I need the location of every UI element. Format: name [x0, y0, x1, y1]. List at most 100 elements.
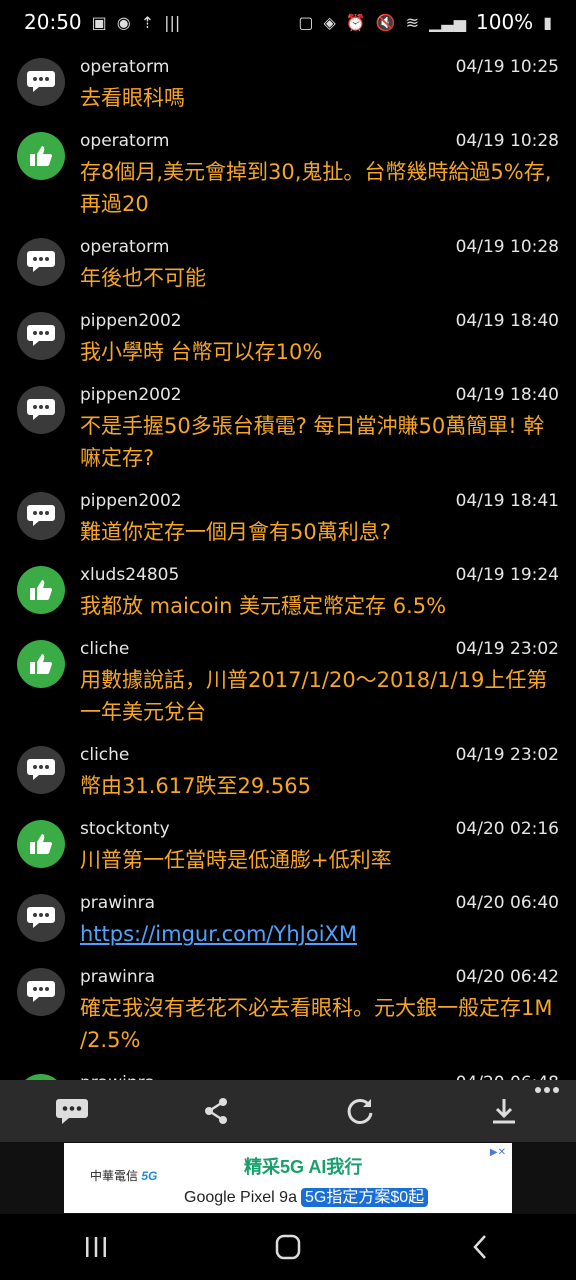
wifi-icon: ≋	[405, 12, 420, 32]
timestamp: 04/19 10:25	[455, 57, 559, 77]
username[interactable]: pippen2002	[80, 380, 182, 410]
message-feed[interactable]: operatorm 04/19 10:25 去看眼科嗎 operatorm 04/19 …	[0, 52, 576, 1080]
refresh-icon	[347, 1098, 373, 1124]
share-button[interactable]	[186, 1087, 246, 1135]
timestamp: 04/20 02:16	[455, 819, 559, 839]
skis-icon: ◉	[116, 12, 131, 32]
message-link[interactable]: https://imgur.com/YhJoiXM	[80, 918, 560, 956]
message-item[interactable]: pippen2002 04/19 18:40 不是手握50多張台積電? 每日當沖賺5…	[0, 380, 576, 480]
message-item[interactable]: operatorm 04/19 10:28 年後也不可能	[0, 232, 576, 300]
comment-button[interactable]	[42, 1087, 102, 1135]
message-item[interactable]: prawinra 04/20 06:40 https://imgur.com/YhJ…	[0, 888, 576, 956]
photo-icon: ▣	[91, 12, 107, 32]
username[interactable]: prawinra	[80, 1068, 155, 1080]
nfc-icon: ◈	[323, 12, 336, 32]
message-text: 難道你定存一個月會有50萬利息?	[80, 520, 391, 544]
message-text: 確定我沒有老花不必去看眼科。元大銀一般定存1M /2.5%	[80, 996, 553, 1052]
message-item[interactable]: operatorm 04/19 10:28 存8個月,美元會掉到30,鬼扯。台幣幾時…	[0, 126, 576, 226]
bars-icon: |||	[164, 12, 181, 32]
comment-icon	[56, 1099, 88, 1124]
message-item[interactable]: stocktonty 04/20 02:16 川普第一任當時是低通膨+低利率	[0, 814, 576, 882]
message-item[interactable]: xluds24805 04/19 19:24 我都放 maicoin 美元穩定幣定存…	[0, 560, 576, 628]
message-text: 川普第一任當時是低通膨+低利率	[80, 848, 392, 872]
bottom-toolbar	[0, 1080, 576, 1142]
message-meta: prawinra 04/20 06:42	[80, 962, 560, 992]
like-icon	[17, 566, 65, 614]
ad-choices-icon[interactable]: ▶✕	[490, 1147, 506, 1158]
timestamp: 04/19 18:41	[455, 491, 559, 511]
message-text: 年後也不可能	[80, 266, 206, 290]
message-text: 幣由31.617跌至29.565	[80, 774, 311, 798]
message-meta: prawinra 04/20 06:48	[80, 1068, 560, 1080]
refresh-button[interactable]	[330, 1087, 390, 1135]
username[interactable]: operatorm	[80, 232, 169, 262]
username[interactable]: cliche	[80, 634, 129, 664]
ad-container: 中華電信 5G 精采5G AI我行 Google Pixel 9a 5G指定方案$…	[0, 1142, 576, 1214]
message-item[interactable]: prawinra04/20 06:48川普一點零美元兌台幣一路貶值到2020年，…	[0, 1068, 576, 1080]
message-item[interactable]: cliche 04/19 23:02 用數據說話，川普2017/1/20～2018/…	[0, 634, 576, 734]
battery-text: 100%	[476, 10, 534, 34]
message-text: 存8個月,美元會掉到30,鬼扯。台幣幾時給過5%存,再過20	[80, 160, 552, 216]
like-icon	[17, 640, 65, 688]
mute-icon: 🔇	[375, 12, 396, 32]
status-bar: 20:50 ▣ ◉ ⇡ ||| ▢ ◈ ⏰ 🔇 ≋ ▁▃▅ 100% ▮	[0, 0, 576, 44]
chat-bubble-icon	[17, 492, 65, 540]
timestamp: 04/19 23:02	[455, 639, 559, 659]
timestamp: 04/19 18:40	[455, 385, 559, 405]
like-icon	[17, 820, 65, 868]
more-options-icon[interactable]	[534, 1086, 560, 1094]
ad-banner[interactable]: 中華電信 5G 精采5G AI我行 Google Pixel 9a 5G指定方案$…	[64, 1143, 512, 1213]
timestamp: 04/20 06:48	[456, 1068, 560, 1080]
like-icon	[17, 132, 65, 180]
home-button[interactable]	[258, 1222, 318, 1272]
ad-badge: 5G指定方案$0起	[300, 1188, 429, 1207]
message-meta: cliche 04/19 23:02	[80, 634, 560, 664]
message-meta: stocktonty 04/20 02:16	[80, 814, 560, 844]
recent-apps-icon	[86, 1237, 106, 1257]
message-item[interactable]: pippen2002 04/19 18:41 難道你定存一個月會有50萬利息?	[0, 486, 576, 554]
message-item[interactable]: operatorm 04/19 10:25 去看眼科嗎	[0, 52, 576, 120]
back-button[interactable]	[450, 1222, 510, 1272]
message-meta: pippen2002 04/19 18:40	[80, 306, 560, 336]
username[interactable]: pippen2002	[80, 486, 182, 516]
timestamp: 04/19 19:24	[455, 565, 559, 585]
chat-bubble-icon	[17, 746, 65, 794]
message-item[interactable]: pippen2002 04/19 18:40 我小學時 台幣可以存10%	[0, 306, 576, 374]
message-text: 我都放 maicoin 美元穩定幣定存 6.5%	[80, 594, 447, 618]
recent-apps-button[interactable]	[66, 1222, 126, 1272]
timestamp: 04/19 18:40	[455, 311, 559, 331]
username[interactable]: stocktonty	[80, 814, 170, 844]
message-item[interactable]: prawinra 04/20 06:42 確定我沒有老花不必去看眼科。元大銀一般定存…	[0, 962, 576, 1062]
timestamp: 04/20 06:40	[455, 893, 559, 913]
square-icon: ▢	[298, 12, 314, 32]
message-text: 用數據說話，川普2017/1/20～2018/1/19上任第一年美元兌台	[80, 668, 548, 724]
message-text: 我小學時 台幣可以存10%	[80, 340, 323, 364]
signal-icon: ▁▃▅	[429, 12, 466, 32]
ad-brand: 中華電信 5G	[90, 1169, 158, 1183]
alarm-icon: ⏰	[345, 12, 366, 32]
message-item[interactable]: cliche 04/19 23:02 幣由31.617跌至29.565	[0, 740, 576, 808]
username[interactable]: xluds24805	[80, 560, 179, 590]
chat-bubble-icon	[17, 238, 65, 286]
message-meta: operatorm 04/19 10:25	[80, 52, 560, 82]
ad-subtext: Google Pixel 9a 5G指定方案$0起	[184, 1183, 429, 1207]
chat-bubble-icon	[17, 894, 65, 942]
ad-headline: 精采5G AI我行	[244, 1157, 363, 1177]
username[interactable]: operatorm	[80, 52, 169, 82]
username[interactable]: prawinra	[80, 962, 155, 992]
username[interactable]: operatorm	[80, 126, 169, 156]
chat-bubble-icon	[17, 312, 65, 360]
navigation-bar	[0, 1214, 576, 1280]
message-text: 去看眼科嗎	[80, 86, 185, 110]
chat-bubble-icon	[17, 386, 65, 434]
username[interactable]: prawinra	[80, 888, 155, 918]
timestamp: 04/19 23:02	[455, 745, 559, 765]
username[interactable]: cliche	[80, 740, 129, 770]
message-text: 不是手握50多張台積電? 每日當沖賺50萬簡單! 幹嘛定存?	[80, 414, 545, 470]
chat-bubble-icon	[17, 968, 65, 1016]
home-icon	[275, 1234, 301, 1260]
timestamp: 04/20 06:42	[455, 967, 559, 987]
username[interactable]: pippen2002	[80, 306, 182, 336]
download-button[interactable]	[474, 1087, 534, 1135]
message-meta: xluds24805 04/19 19:24	[80, 560, 560, 590]
